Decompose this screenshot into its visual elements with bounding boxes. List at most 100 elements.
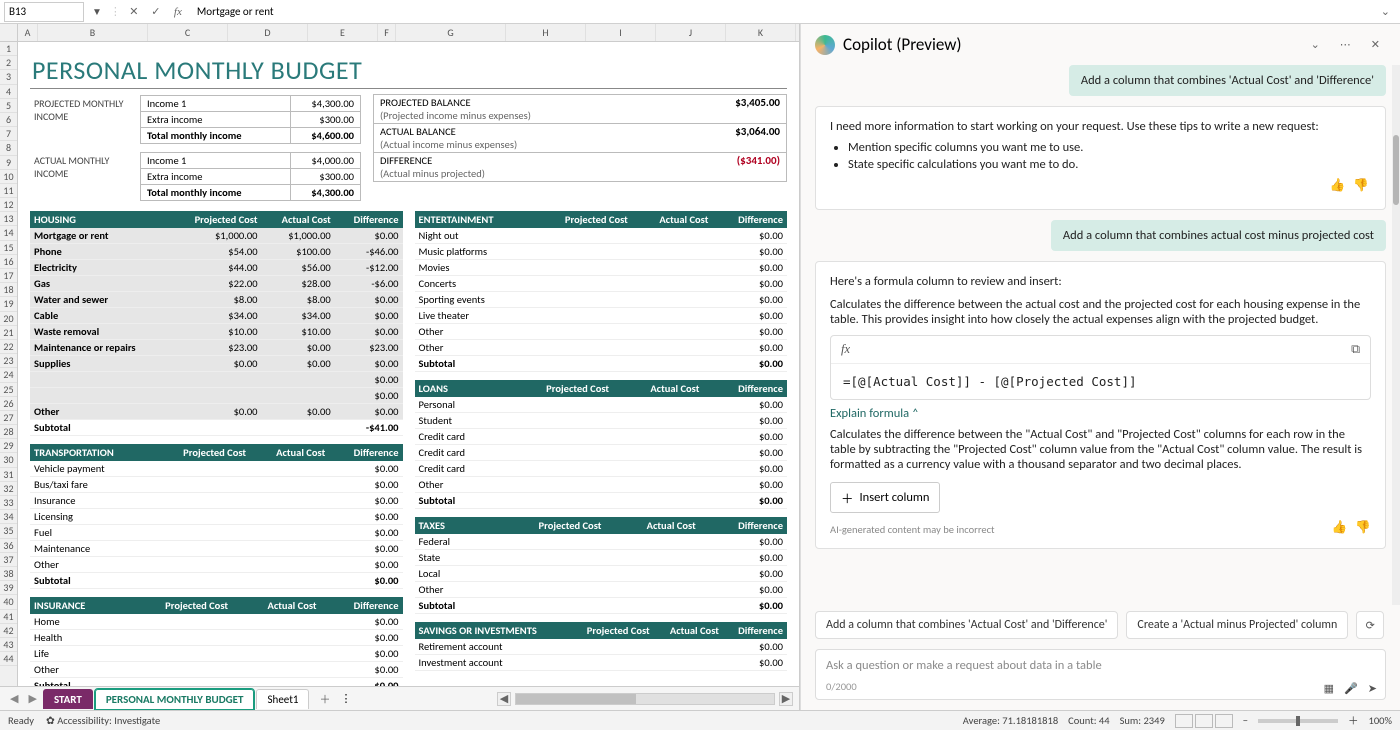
row-header[interactable]: 35 [0, 524, 17, 538]
zoom-slider[interactable] [1258, 719, 1338, 723]
enter-formula-button[interactable]: ✓ [147, 3, 165, 21]
table-row[interactable]: Investment account$0.00 [415, 655, 788, 671]
zoom-in-button[interactable]: ＋ [1348, 713, 1359, 728]
tab-start[interactable]: START [43, 689, 93, 709]
table-row[interactable]: $0.00 [30, 388, 403, 404]
table-row[interactable]: Sporting events$0.00 [415, 292, 788, 308]
row-header[interactable]: 20 [0, 312, 17, 326]
row-header[interactable]: 23 [0, 354, 17, 368]
table-row[interactable]: Other$0.00 [415, 582, 788, 598]
chevron-down-icon[interactable]: ⌄ [1305, 38, 1326, 51]
table-row[interactable]: Vehicle payment$0.00 [30, 461, 403, 477]
table-row[interactable]: Life$0.00 [30, 646, 403, 662]
close-icon[interactable]: ✕ [1365, 38, 1386, 51]
table-row[interactable]: Federal$0.00 [415, 534, 788, 550]
new-sheet-button[interactable]: ＋ [311, 691, 338, 707]
row-header[interactable]: 19 [0, 297, 17, 311]
refresh-icon[interactable]: ⟳ [1356, 611, 1384, 639]
col-header[interactable]: H [506, 24, 586, 41]
thumbs-up-icon[interactable]: 👍 [1330, 178, 1346, 193]
accessibility-status[interactable]: ✿ Accessibility: Investigate [46, 714, 160, 727]
table-row[interactable]: Water and sewer$8.00$8.00$0.00 [30, 292, 403, 308]
row-header[interactable]: 29 [0, 439, 17, 453]
copilot-input[interactable]: Ask a question or make a request about d… [815, 649, 1386, 700]
table-row[interactable]: Fuel$0.00 [30, 525, 403, 541]
suggestion-chip[interactable]: Add a column that combines 'Actual Cost'… [815, 611, 1118, 639]
row-header[interactable]: 7 [0, 127, 17, 141]
table-row[interactable]: Personal$0.00 [415, 397, 788, 413]
row-header[interactable]: 41 [0, 610, 17, 624]
row-header[interactable]: 44 [0, 652, 17, 666]
table-row[interactable]: Live theater$0.00 [415, 308, 788, 324]
cancel-formula-button[interactable]: ✕ [125, 3, 143, 21]
send-icon[interactable]: ➤ [1368, 682, 1377, 695]
table-row[interactable]: Credit card$0.00 [415, 461, 788, 477]
col-header[interactable]: I [586, 24, 656, 41]
thumbs-up-icon[interactable]: 👍 [1332, 520, 1348, 535]
explain-formula-toggle[interactable]: Explain formula ˄ [830, 406, 919, 421]
worksheet-grid[interactable]: PERSONAL MONTHLY BUDGET PROJECTED MONTHL… [18, 42, 799, 686]
row-header[interactable]: 15 [0, 241, 17, 255]
row-header[interactable]: 12 [0, 198, 17, 212]
table-row[interactable]: Credit card$0.00 [415, 429, 788, 445]
table-row[interactable]: Other$0.00 [415, 324, 788, 340]
table-row[interactable]: Subtotal$0.00 [30, 678, 403, 687]
col-header[interactable]: D [228, 24, 308, 41]
zoom-level[interactable]: 100% [1369, 714, 1392, 727]
col-header[interactable]: C [148, 24, 228, 41]
name-box[interactable]: B13 [4, 2, 84, 22]
row-header[interactable]: 4 [0, 85, 17, 99]
row-header[interactable]: 34 [0, 510, 17, 524]
table-row[interactable]: Movies$0.00 [415, 260, 788, 276]
row-header[interactable]: 28 [0, 425, 17, 439]
table-row[interactable]: Gas$22.00$28.00-$6.00 [30, 276, 403, 292]
hscroll-left[interactable]: ◀ [497, 692, 511, 706]
table-row[interactable]: Subtotal$0.00 [415, 356, 788, 372]
table-row[interactable]: Licensing$0.00 [30, 509, 403, 525]
row-header[interactable]: 2 [0, 56, 17, 70]
table-row[interactable]: Other$0.00 [30, 557, 403, 573]
col-header[interactable]: B [38, 24, 148, 41]
expand-formula-bar[interactable]: ⌄ [1375, 5, 1396, 18]
horizontal-scrollbar[interactable]: ◀ ▶ [497, 692, 793, 706]
tab-nav-next[interactable]: ▶ [24, 692, 40, 705]
table-row[interactable]: State$0.00 [415, 550, 788, 566]
row-header[interactable]: 24 [0, 368, 17, 382]
row-header[interactable]: 13 [0, 212, 17, 226]
row-header[interactable]: 31 [0, 468, 17, 482]
microphone-icon[interactable]: 🎤 [1344, 682, 1358, 695]
tab-budget[interactable]: PERSONAL MONTHLY BUDGET [95, 689, 255, 709]
more-icon[interactable]: ⋯ [1334, 38, 1357, 51]
table-row[interactable]: Supplies$0.00$0.00$0.00 [30, 356, 403, 372]
zoom-out-button[interactable]: − [1243, 714, 1248, 727]
col-header[interactable]: J [656, 24, 726, 41]
table-row[interactable]: Subtotal$0.00 [415, 493, 788, 509]
table-row[interactable]: Subtotal$0.00 [415, 598, 788, 614]
thumbs-down-icon[interactable]: 👎 [1353, 178, 1369, 193]
table-row[interactable]: Bus/taxi fare$0.00 [30, 477, 403, 493]
row-header[interactable]: 43 [0, 638, 17, 652]
row-header[interactable]: 33 [0, 496, 17, 510]
card-icon[interactable]: ▦ [1324, 682, 1334, 695]
row-header[interactable]: 11 [0, 184, 17, 198]
row-header[interactable]: 40 [0, 595, 17, 609]
insert-column-button[interactable]: ＋Insert column [830, 482, 940, 513]
table-row[interactable]: Subtotal$0.00 [30, 573, 403, 589]
table-row[interactable]: Maintenance$0.00 [30, 541, 403, 557]
row-header[interactable]: 38 [0, 567, 17, 581]
row-header[interactable]: 42 [0, 624, 17, 638]
row-header[interactable]: 5 [0, 99, 17, 113]
column-headers[interactable]: ABCDEFGHIJK [0, 24, 799, 42]
table-row[interactable]: Music platforms$0.00 [415, 244, 788, 260]
table-row[interactable]: Local$0.00 [415, 566, 788, 582]
tab-nav-prev[interactable]: ◀ [6, 692, 22, 705]
table-row[interactable]: Home$0.00 [30, 614, 403, 630]
row-header[interactable]: 21 [0, 326, 17, 340]
table-row[interactable]: Other$0.00 [415, 477, 788, 493]
col-header[interactable]: G [396, 24, 506, 41]
row-header[interactable]: 22 [0, 340, 17, 354]
table-row[interactable]: Insurance$0.00 [30, 493, 403, 509]
thumbs-down-icon[interactable]: 👎 [1355, 520, 1371, 535]
row-header[interactable]: 14 [0, 226, 17, 240]
insert-function-button[interactable]: fx [169, 3, 187, 21]
